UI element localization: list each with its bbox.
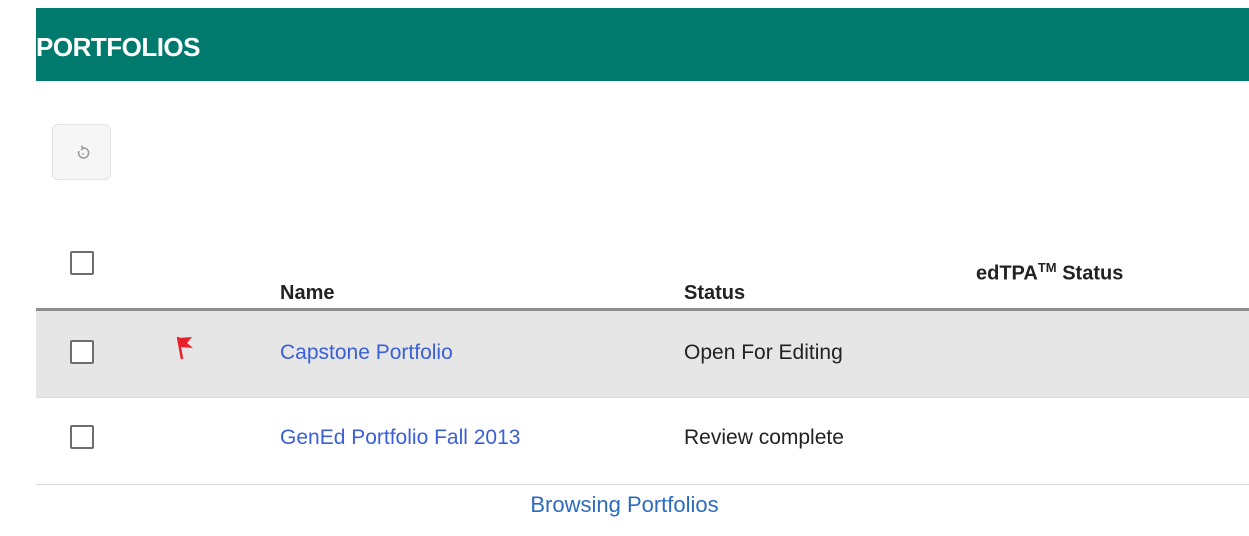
table-row[interactable]: GenEd Portfolio Fall 2013 Review complet… — [36, 398, 1249, 485]
page-title: PORTFOLIOS — [36, 32, 201, 62]
status-text: Review complete — [684, 426, 844, 449]
select-all-checkbox[interactable] — [70, 251, 94, 275]
column-header-edtpa-status: edTPATM Status — [976, 260, 1124, 285]
portfolios-header: PORTFOLIOS — [36, 8, 1249, 81]
row-checkbox[interactable] — [70, 340, 94, 364]
top-edge — [36, 0, 1249, 8]
figure-caption: Browsing Portfolios — [530, 492, 719, 517]
portfolio-link[interactable]: GenEd Portfolio Fall 2013 — [280, 426, 520, 450]
refresh-icon — [77, 145, 90, 159]
column-header-name: Name — [280, 282, 335, 304]
flag-icon — [176, 336, 193, 360]
portfolio-link[interactable]: Capstone Portfolio — [280, 341, 453, 365]
refresh-button[interactable] — [52, 124, 111, 180]
table-row[interactable]: Capstone Portfolio Open For Editing — [36, 311, 1249, 398]
status-text: Open For Editing — [684, 341, 843, 364]
table-header-row: Name Status edTPATM Status — [36, 230, 1249, 311]
row-checkbox[interactable] — [70, 425, 94, 449]
column-header-status: Status — [684, 282, 746, 304]
